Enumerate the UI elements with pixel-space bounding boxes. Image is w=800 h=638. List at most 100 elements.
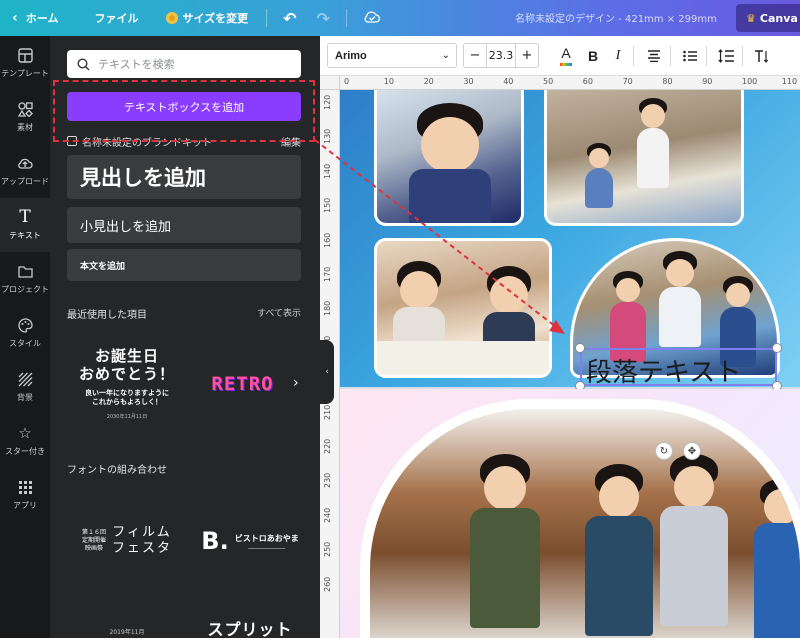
split-text: スプリット (207, 620, 293, 638)
ruler-tick-label: 30 (463, 77, 474, 86)
brandkit-row: 名称未設定のブランドキット 編集 (67, 134, 301, 149)
font-size-stepper[interactable]: − 23.3 + (463, 43, 539, 68)
resize-handle[interactable] (575, 343, 585, 353)
decrease-size-button[interactable]: − (464, 48, 486, 63)
resize-button[interactable]: サイズを変更 (154, 10, 260, 26)
design-canvas[interactable]: 段落テキスト ↻ ✥ (340, 90, 800, 638)
divider (670, 46, 671, 66)
brandkit-icon (67, 136, 77, 146)
recent-header: 最近使用した項目 すべて表示 (67, 306, 301, 321)
bullet-list-icon[interactable] (680, 45, 700, 67)
collapse-panel-button[interactable]: ‹ (320, 340, 334, 404)
ruler-tick-label: 260 (323, 576, 332, 592)
resize-label: サイズを変更 (182, 12, 249, 25)
ruler-tick-label: 70 (622, 77, 633, 86)
page-2[interactable] (340, 389, 800, 638)
increase-size-button[interactable]: + (516, 48, 538, 63)
rail-item-template[interactable]: テンプレート (0, 36, 50, 90)
add-textbox-button[interactable]: テキストボックスを追加 (67, 92, 301, 121)
photo-boy-eating[interactable] (374, 90, 524, 226)
premium-coin-icon (166, 12, 179, 24)
rail-item-elements[interactable]: 素材 (0, 90, 50, 144)
add-body-button[interactable]: 本文を追加 (67, 249, 301, 281)
file-menu-button[interactable]: ファイル (82, 10, 150, 26)
horizontal-ruler: 0 10 20 30 40 50 60 70 80 90 100 110 (340, 76, 800, 90)
brandkit-edit-link[interactable]: 編集 (281, 134, 301, 149)
rail-label: 素材 (17, 123, 33, 132)
recent-template-retro[interactable]: RETRO (195, 361, 290, 406)
divider (742, 46, 743, 66)
star-icon: ☆ (18, 424, 32, 442)
rail-item-text[interactable]: T テキスト (0, 198, 50, 252)
film-small2: 定期開催 (81, 537, 106, 544)
chevron-right-icon[interactable]: › (293, 375, 299, 391)
page-1[interactable]: 段落テキスト (340, 90, 800, 391)
film-small1: 第１６回 (81, 529, 106, 536)
rail-label: テキスト (9, 231, 41, 240)
rail-item-starred[interactable]: ☆ スター付き (0, 414, 50, 468)
ruler-tick-label: 150 (323, 197, 332, 214)
rail-item-projects[interactable]: プロジェクト (0, 252, 50, 306)
bday-line2: おめでとう！ (78, 365, 175, 383)
combo-template-split[interactable]: スプリット (195, 616, 305, 638)
font-size-value[interactable]: 23.3 (486, 44, 516, 67)
rail-item-upload[interactable]: アップロード (0, 144, 50, 198)
text-color-button[interactable]: A (556, 45, 576, 67)
retro-text: RETRO (211, 372, 274, 395)
text-toolbar: Arimo ⌄ − 23.3 + A B I (320, 36, 800, 76)
align-center-icon[interactable] (644, 45, 664, 67)
rail-item-background[interactable]: 背景 (0, 360, 50, 414)
line-spacing-icon[interactable] (716, 45, 736, 67)
photo-kids-singing[interactable] (370, 409, 800, 638)
photo-kids-classroom[interactable] (544, 90, 744, 226)
ruler-tick-label: 140 (323, 163, 332, 179)
ruler-tick-label: 60 (582, 77, 593, 86)
search-icon (77, 57, 90, 70)
ruler-tick-label: 160 (323, 232, 332, 248)
font-family-select[interactable]: Arimo ⌄ (327, 43, 457, 68)
paragraph-text[interactable]: 段落テキスト (586, 352, 741, 389)
bistro-letter: B. (201, 527, 229, 555)
divider (633, 46, 634, 66)
rail-item-apps[interactable]: アプリ (0, 468, 50, 522)
search-input[interactable] (98, 57, 288, 71)
text-orientation-icon[interactable] (752, 45, 772, 67)
chevron-left-icon: ‹ (12, 10, 18, 26)
add-heading-button[interactable]: 見出しを追加 (67, 155, 301, 199)
add-subheading-button[interactable]: 小見出しを追加 (67, 207, 301, 243)
ruler-tick-label: 10 (383, 77, 394, 86)
folder-icon (17, 263, 33, 279)
undo-icon[interactable]: ↶ (273, 9, 306, 28)
resize-handle[interactable] (772, 343, 782, 353)
rail-label: 背景 (17, 393, 33, 402)
recent-template-birthday[interactable]: お誕生日 おめでとう！ 良い一年になりますように これからもよろしく！ 2030… (67, 336, 187, 431)
pro-label: Canva f (759, 11, 800, 25)
combo-template-bistro[interactable]: B. ビストロあおやま ▁▁▁▁▁▁▁▁▁▁▁▁ (195, 511, 305, 571)
rotate-icon[interactable]: ↻ (655, 442, 673, 460)
cloud-saved-icon[interactable] (353, 9, 391, 28)
see-all-link[interactable]: すべて表示 (257, 306, 301, 321)
italic-button[interactable]: I (608, 45, 628, 67)
combo-template-film[interactable]: 第１６回 定期開催 映画祭 フィルム フェスタ (67, 506, 187, 576)
ruler-tick-label: 50 (543, 77, 554, 86)
combo-title: フォントの組み合わせ (67, 465, 167, 476)
canva-pro-button[interactable]: ♛ Canva f (736, 4, 800, 32)
rail-item-styles[interactable]: スタイル (0, 306, 50, 360)
film-small3: 映画祭 (84, 545, 103, 552)
text-color-icon: A (561, 45, 571, 61)
move-icon[interactable]: ✥ (683, 442, 701, 460)
rail-label: スタイル (9, 339, 41, 348)
chevron-left-icon: ‹ (325, 367, 329, 377)
combo-template-year[interactable]: 2019年11月 (67, 624, 187, 638)
ruler-corner (320, 76, 340, 90)
search-box[interactable] (67, 50, 301, 78)
home-button[interactable]: ‹ ホーム (0, 10, 70, 26)
ruler-tick-label: 250 (323, 541, 332, 558)
bold-button[interactable]: B (583, 45, 603, 67)
ruler-tick-label: 110 (781, 77, 798, 86)
design-title: 名称未設定のデザイン - 421mm × 299mm (515, 14, 717, 25)
file-label: ファイル (94, 12, 139, 25)
redo-icon[interactable]: ↷ (307, 9, 340, 28)
divider (706, 46, 707, 66)
photo-kids-lunch[interactable] (374, 238, 552, 378)
